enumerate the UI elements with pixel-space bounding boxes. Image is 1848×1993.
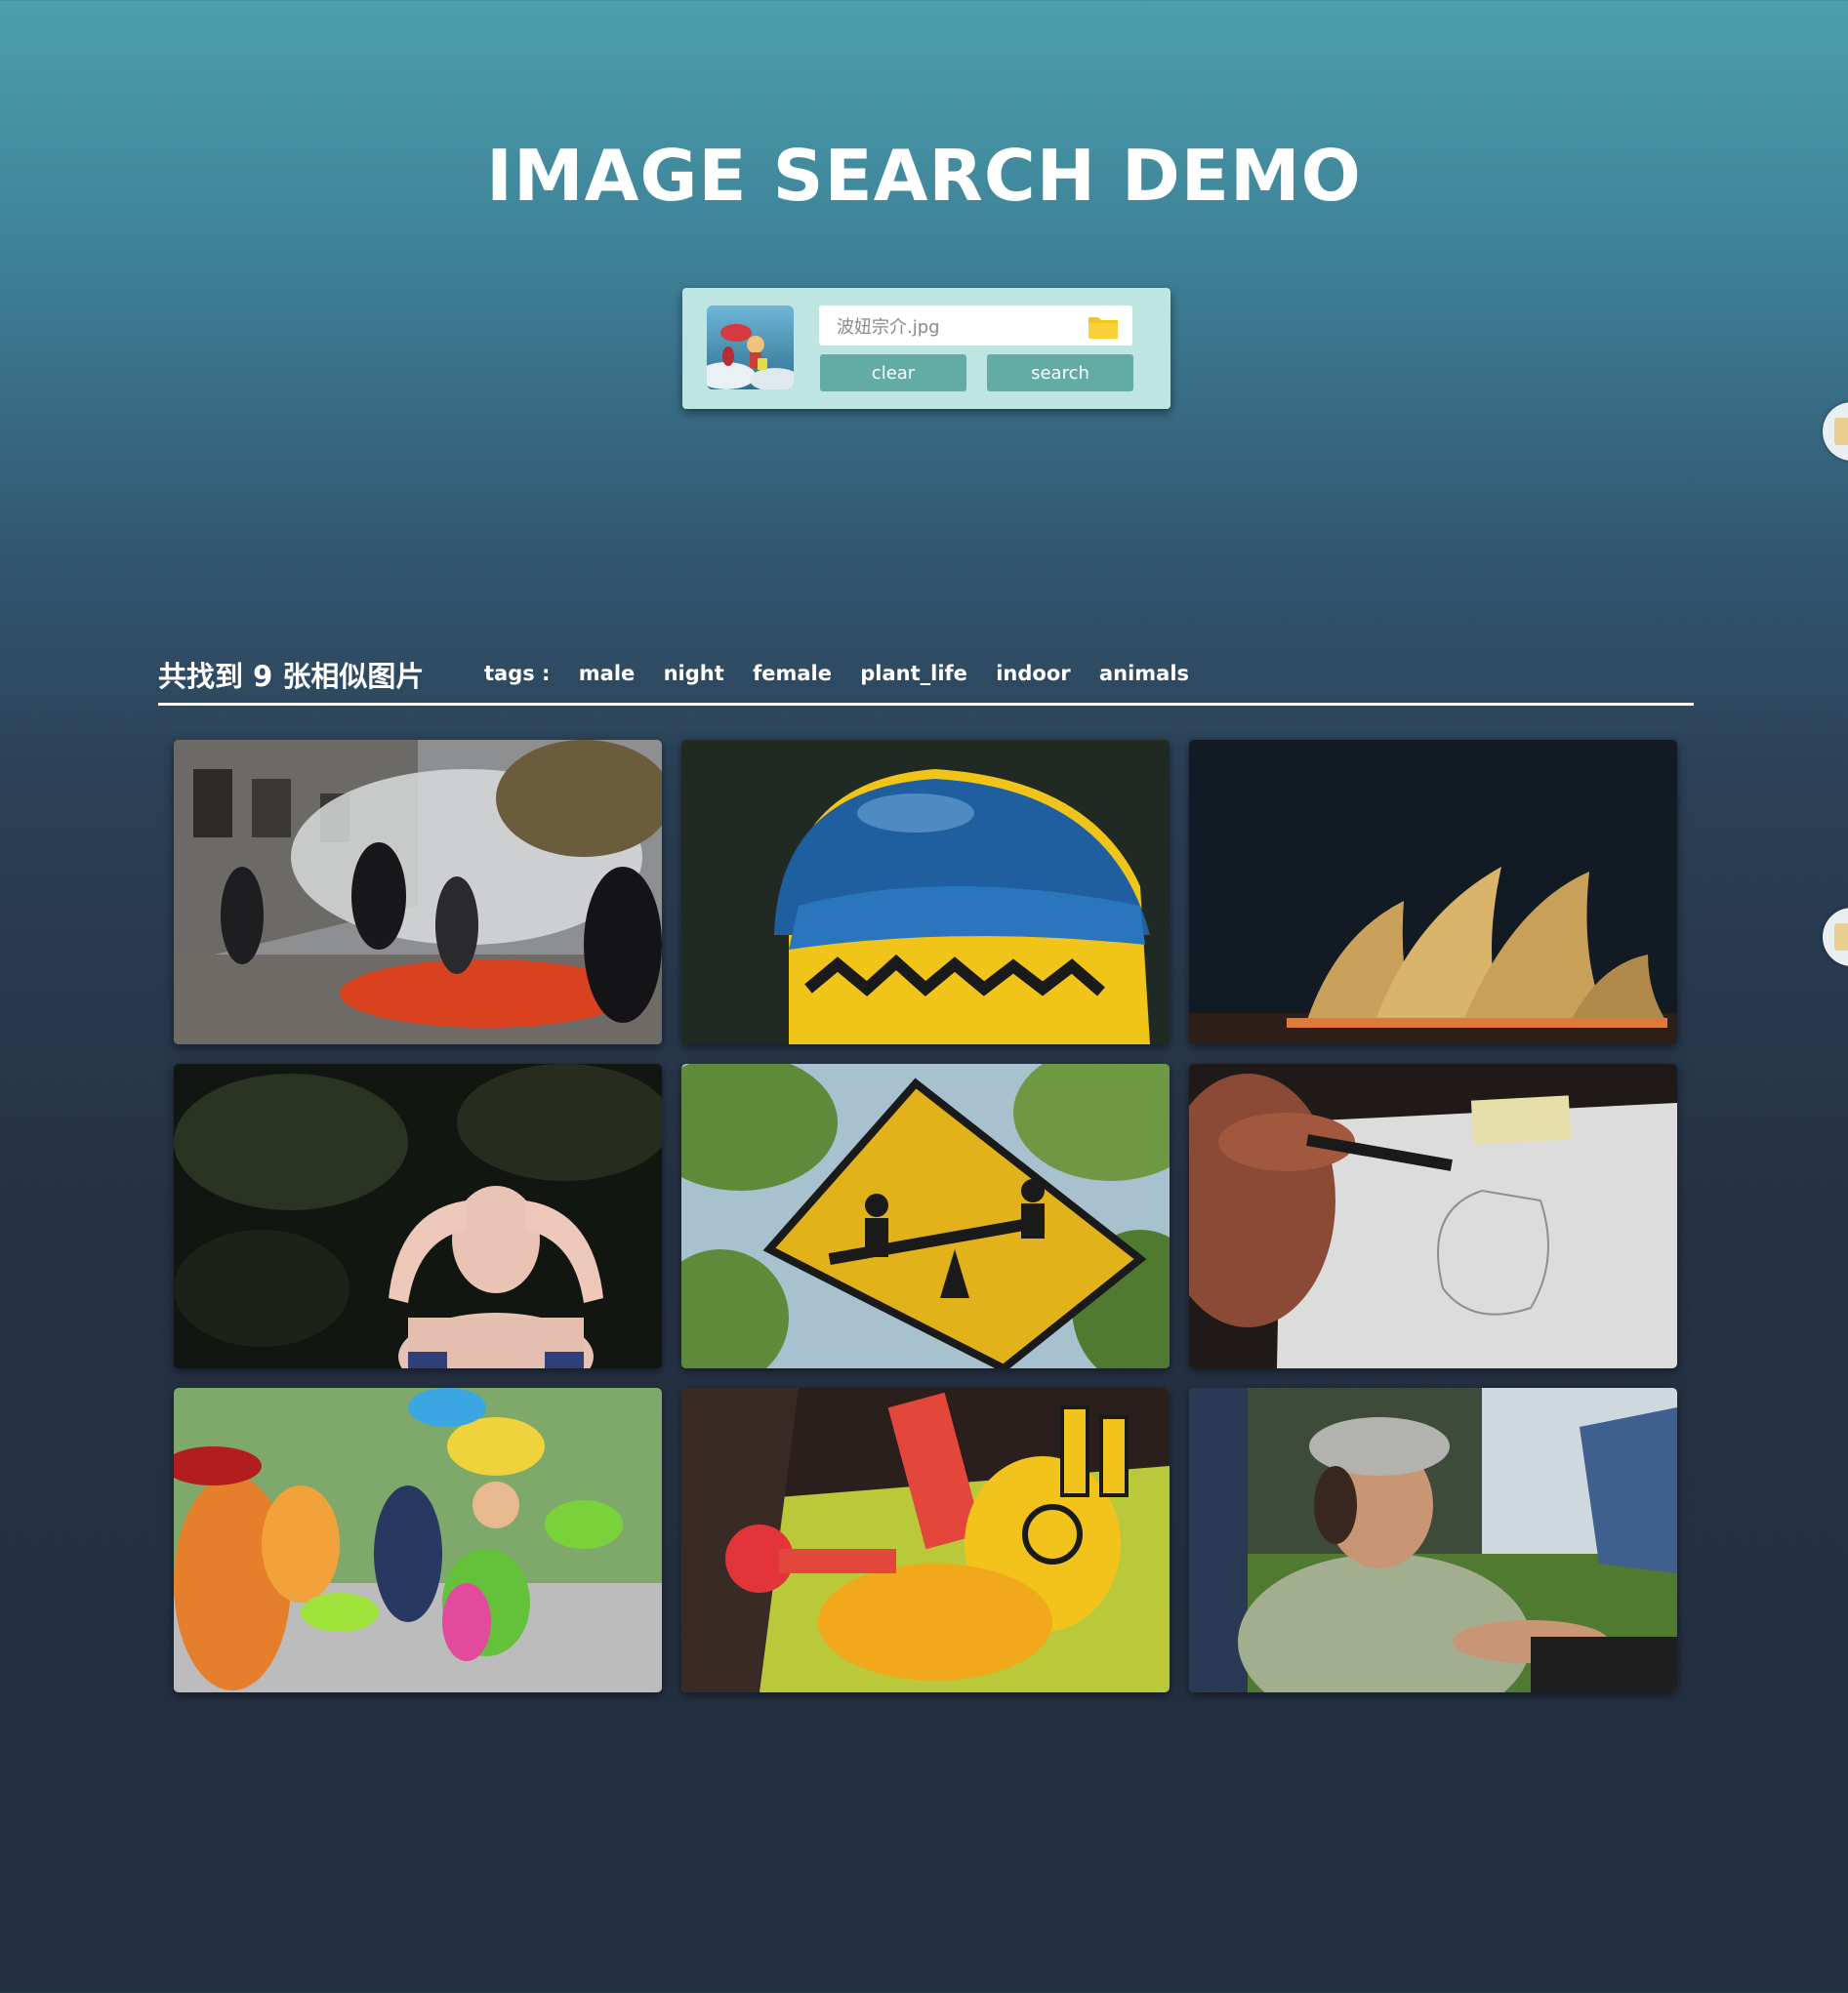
result-image-lego-figure-hat[interactable] [681,740,1170,1044]
result-image-street-protest[interactable] [174,740,662,1044]
result-image-opera-house-night[interactable] [1189,740,1677,1044]
result-image-pencil-drawing[interactable] [1189,1064,1677,1368]
tag-night[interactable]: night [664,662,724,685]
result-image-woman-covering-eyes[interactable] [174,1064,662,1368]
side-panel-toggle-middle[interactable] [1823,908,1848,966]
tag-animals[interactable]: animals [1099,662,1189,685]
result-image-carnival-dancers[interactable] [174,1388,662,1692]
clipboard-icon [1834,923,1848,951]
tags-label: tags : [484,662,551,685]
search-button[interactable]: search [987,354,1133,391]
tag-female[interactable]: female [753,662,832,685]
clear-button[interactable]: clear [820,354,966,391]
result-image-man-in-cap[interactable] [1189,1388,1677,1692]
folder-icon[interactable] [1088,314,1119,340]
page-title: IMAGE SEARCH DEMO [486,135,1362,217]
search-panel: clear search [682,288,1170,409]
clipboard-icon [1834,418,1848,445]
file-name-input[interactable] [819,305,1132,346]
tag-indoor[interactable]: indoor [996,662,1070,685]
tag-list: tags : male night female plant_life indo… [484,662,1211,685]
result-image-seesaw-sign[interactable] [681,1064,1170,1368]
tag-male[interactable]: male [579,662,636,685]
query-image-thumbnail [707,305,794,389]
tag-plant-life[interactable]: plant_life [860,662,967,685]
result-count: 共找到 9 张相似图片 [158,660,425,693]
result-image-graffiti-robot-rabbit[interactable] [681,1388,1170,1692]
side-panel-toggle-top[interactable] [1823,402,1848,461]
results-grid [174,740,1677,1692]
results-header: 共找到 9 张相似图片 tags : male night female pla… [158,652,1694,706]
